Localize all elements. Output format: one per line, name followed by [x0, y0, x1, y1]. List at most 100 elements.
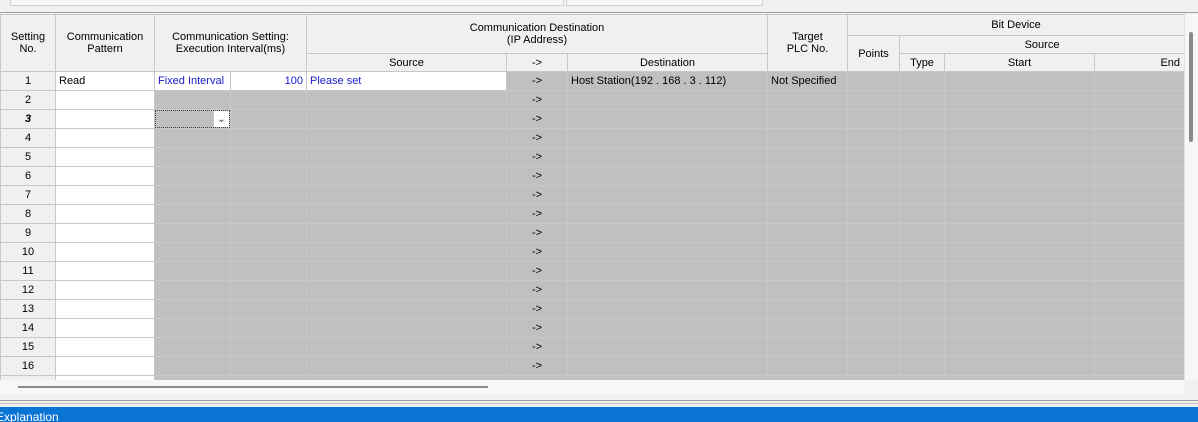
points-cell[interactable]	[847, 204, 901, 224]
table-row[interactable]: 2 ->	[0, 90, 1184, 110]
table-row[interactable]: 12 ->	[0, 280, 1184, 300]
start-cell[interactable]	[944, 204, 1096, 224]
type-cell[interactable]	[899, 337, 946, 357]
execution-mode-cell[interactable]	[154, 223, 231, 243]
execution-interval-cell[interactable]	[230, 204, 307, 224]
communication-pattern-cell[interactable]	[55, 128, 155, 148]
start-cell[interactable]	[944, 280, 1096, 300]
points-cell[interactable]	[847, 90, 901, 110]
execution-interval-cell[interactable]	[230, 261, 307, 281]
start-cell[interactable]	[944, 223, 1096, 243]
source-ip-cell[interactable]	[306, 223, 507, 243]
destination-cell[interactable]	[566, 318, 769, 338]
source-ip-cell[interactable]	[306, 147, 507, 167]
end-cell[interactable]	[1094, 185, 1184, 205]
target-plc-cell[interactable]	[767, 147, 849, 167]
communication-pattern-cell[interactable]	[55, 261, 155, 281]
destination-cell[interactable]	[566, 356, 769, 376]
destination-cell[interactable]	[566, 204, 769, 224]
execution-interval-cell[interactable]	[230, 128, 307, 148]
type-cell[interactable]	[899, 71, 946, 91]
type-cell[interactable]	[899, 356, 946, 376]
type-cell[interactable]	[899, 261, 946, 281]
end-cell[interactable]	[1094, 242, 1184, 262]
communication-pattern-cell[interactable]	[55, 356, 155, 376]
end-cell[interactable]	[1094, 356, 1184, 376]
points-cell[interactable]	[847, 318, 901, 338]
source-ip-cell[interactable]	[306, 128, 507, 148]
start-cell[interactable]	[944, 299, 1096, 319]
destination-cell[interactable]	[566, 90, 769, 110]
table-row[interactable]: 15 ->	[0, 337, 1184, 357]
table-row[interactable]: 14 ->	[0, 318, 1184, 338]
points-cell[interactable]	[847, 71, 901, 91]
points-cell[interactable]	[847, 356, 901, 376]
source-ip-cell[interactable]	[306, 299, 507, 319]
points-cell[interactable]	[847, 223, 901, 243]
execution-mode-cell[interactable]	[154, 204, 231, 224]
destination-cell[interactable]	[566, 166, 769, 186]
destination-cell[interactable]	[566, 223, 769, 243]
start-cell[interactable]	[944, 337, 1096, 357]
destination-cell[interactable]	[566, 299, 769, 319]
execution-mode-cell[interactable]	[154, 90, 231, 110]
communication-pattern-cell[interactable]	[55, 337, 155, 357]
target-plc-cell[interactable]	[767, 337, 849, 357]
execution-mode-cell[interactable]	[154, 185, 231, 205]
end-cell[interactable]	[1094, 261, 1184, 281]
execution-interval-cell[interactable]	[230, 299, 307, 319]
communication-pattern-cell[interactable]	[55, 185, 155, 205]
top-field-right[interactable]	[566, 0, 763, 6]
source-ip-cell[interactable]	[306, 280, 507, 300]
communication-settings-grid[interactable]: Setting No. Communication Pattern Commun…	[0, 14, 1184, 380]
start-cell[interactable]	[944, 109, 1096, 129]
points-cell[interactable]	[847, 166, 901, 186]
table-row[interactable]: 5 ->	[0, 147, 1184, 167]
target-plc-cell[interactable]	[767, 242, 849, 262]
target-plc-cell[interactable]	[767, 356, 849, 376]
destination-cell[interactable]	[566, 280, 769, 300]
start-cell[interactable]	[944, 147, 1096, 167]
end-cell[interactable]	[1094, 109, 1184, 129]
execution-mode-cell[interactable]	[154, 128, 231, 148]
source-ip-cell[interactable]	[306, 356, 507, 376]
execution-interval-cell[interactable]	[230, 147, 307, 167]
end-cell[interactable]	[1094, 147, 1184, 167]
execution-mode-cell[interactable]	[154, 166, 231, 186]
table-row[interactable]: 7 ->	[0, 185, 1184, 205]
source-ip-cell[interactable]	[306, 90, 507, 110]
execution-mode-cell[interactable]	[154, 242, 231, 262]
start-cell[interactable]	[944, 261, 1096, 281]
type-cell[interactable]	[899, 185, 946, 205]
communication-pattern-cell[interactable]	[55, 90, 155, 110]
destination-cell[interactable]	[566, 337, 769, 357]
source-ip-cell[interactable]	[306, 318, 507, 338]
execution-mode-cell[interactable]	[154, 261, 231, 281]
points-cell[interactable]	[847, 299, 901, 319]
start-cell[interactable]	[944, 242, 1096, 262]
communication-pattern-cell[interactable]	[55, 242, 155, 262]
type-cell[interactable]	[899, 109, 946, 129]
execution-mode-cell[interactable]	[154, 147, 231, 167]
end-cell[interactable]	[1094, 71, 1184, 91]
communication-pattern-cell[interactable]	[55, 147, 155, 167]
execution-interval-cell[interactable]	[230, 242, 307, 262]
start-cell[interactable]	[944, 185, 1096, 205]
end-cell[interactable]	[1094, 318, 1184, 338]
destination-cell[interactable]: Host Station(192 . 168 . 3 . 112)	[566, 71, 769, 91]
table-row[interactable]: 11 ->	[0, 261, 1184, 281]
source-ip-cell[interactable]	[306, 261, 507, 281]
horizontal-scroll-thumb[interactable]	[18, 386, 488, 388]
target-plc-cell[interactable]	[767, 223, 849, 243]
target-plc-cell[interactable]	[767, 280, 849, 300]
type-cell[interactable]	[899, 318, 946, 338]
type-cell[interactable]	[899, 204, 946, 224]
communication-pattern-cell[interactable]: Read	[55, 71, 155, 91]
table-row[interactable]: 1 Read Fixed Interval 100 Please set -> …	[0, 71, 1184, 91]
end-cell[interactable]	[1094, 337, 1184, 357]
execution-interval-cell[interactable]	[230, 185, 307, 205]
points-cell[interactable]	[847, 242, 901, 262]
source-ip-cell[interactable]	[306, 109, 507, 129]
start-cell[interactable]	[944, 356, 1096, 376]
start-cell[interactable]	[944, 71, 1096, 91]
